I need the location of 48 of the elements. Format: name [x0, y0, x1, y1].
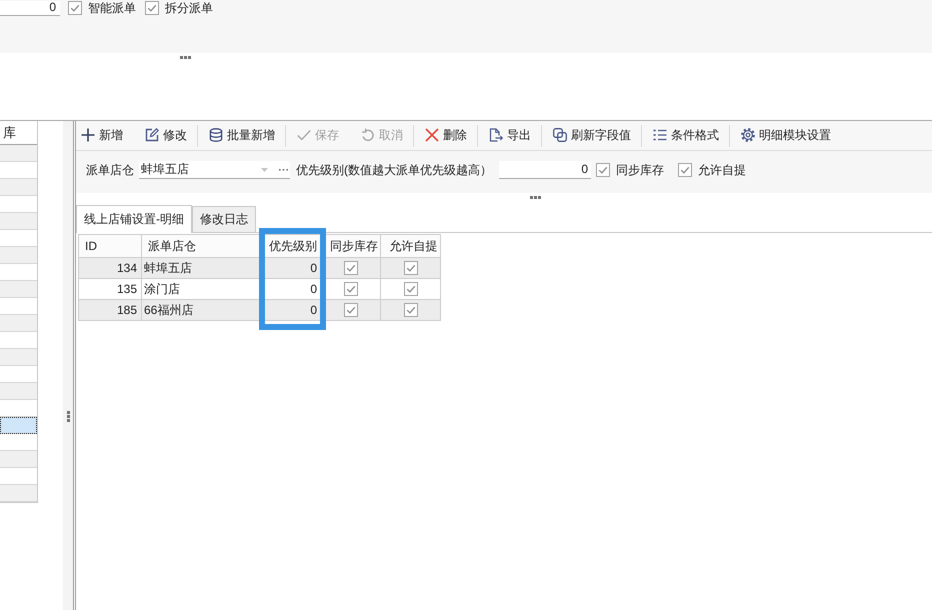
- column-header[interactable]: 允许自提: [380, 234, 440, 258]
- checkbox-label[interactable]: 智能派单: [88, 0, 136, 16]
- delete-button[interactable]: 删除: [422, 125, 471, 146]
- splitter-grip-icon[interactable]: [180, 56, 191, 59]
- settings-icon: [741, 128, 755, 142]
- caret-icon[interactable]: [261, 168, 268, 172]
- undo-icon: [361, 128, 375, 142]
- conditional-format-button[interactable]: 条件格式: [650, 125, 723, 146]
- checkbox-label[interactable]: 同步库存: [616, 161, 664, 179]
- plus-icon: [81, 128, 95, 142]
- tab[interactable]: 线上店铺设置-明细: [76, 205, 192, 233]
- edit-icon: [145, 128, 159, 142]
- checkbox-label[interactable]: 允许自提: [698, 161, 746, 179]
- settings-button[interactable]: 明细模块设置: [738, 125, 835, 146]
- database-icon: [209, 128, 223, 142]
- checkbox[interactable]: [145, 1, 159, 15]
- export-button[interactable]: 导出: [486, 125, 535, 146]
- edit-button[interactable]: 修改: [142, 125, 191, 146]
- checkbox[interactable]: [344, 282, 358, 296]
- checkbox[interactable]: [404, 282, 418, 296]
- refresh-button[interactable]: 刷新字段值: [550, 125, 635, 146]
- batch-add-button[interactable]: 批量新增: [206, 125, 279, 146]
- splitter-grip-icon[interactable]: [530, 196, 541, 199]
- checkbox[interactable]: [404, 261, 418, 275]
- splitter-grip-icon[interactable]: [66, 411, 70, 422]
- dropdown-field[interactable]: 蚌埠五店: [139, 161, 290, 179]
- copy-icon: [553, 128, 567, 142]
- checkbox[interactable]: [404, 303, 418, 317]
- field-label: 优先级别(数值越大派单优先级越高）: [296, 162, 492, 179]
- delete-icon: [425, 128, 439, 142]
- grid-row[interactable]: [0, 417, 37, 434]
- checkbox[interactable]: [344, 261, 358, 275]
- field-label: 派单店仓: [86, 162, 134, 179]
- number-field[interactable]: 0: [499, 161, 591, 179]
- checkbox[interactable]: [596, 163, 610, 177]
- checkbox[interactable]: [344, 303, 358, 317]
- export-icon: [489, 128, 503, 142]
- checkbox-label[interactable]: 拆分派单: [165, 0, 213, 16]
- tab[interactable]: 修改日志: [192, 206, 256, 232]
- checkmark-icon: [297, 128, 311, 142]
- add-button[interactable]: 新增: [78, 125, 127, 146]
- checkbox[interactable]: [678, 163, 692, 177]
- checkbox[interactable]: [68, 1, 82, 15]
- list-icon: [653, 128, 667, 142]
- column-header[interactable]: ID: [78, 234, 142, 258]
- table-cell: 185: [78, 300, 142, 320]
- number-field[interactable]: 0: [0, 0, 60, 16]
- column-header[interactable]: 优先级别: [262, 234, 322, 258]
